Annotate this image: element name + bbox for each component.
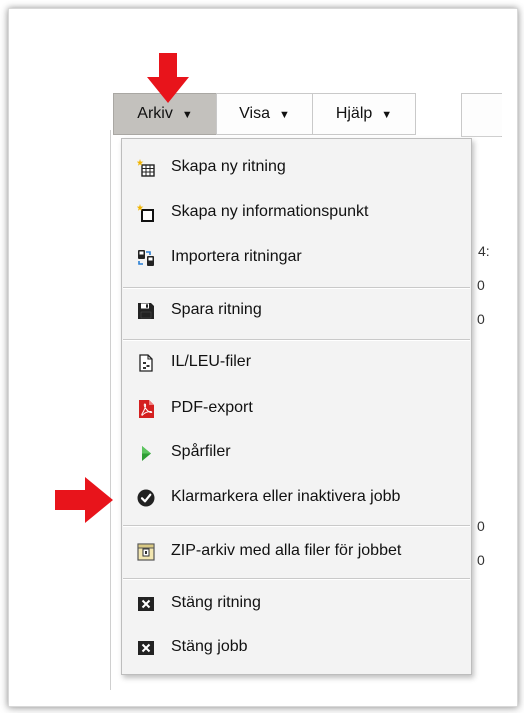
menu-item-label: IL/LEU-filer: [171, 353, 252, 370]
chevron-down-icon: ▼: [181, 109, 193, 121]
menu-item-label: Stäng jobb: [171, 638, 248, 655]
app-window-edge: [110, 130, 111, 690]
checkmark-circle-icon: [137, 489, 155, 507]
menu-item-zip-arkiv[interactable]: ZIP-arkiv med alla filer för jobbet: [122, 532, 471, 572]
menu-item-importera-ritningar[interactable]: Importera ritningar: [122, 238, 471, 278]
menu-separator-highlight: [123, 579, 470, 580]
close-box-icon: [138, 597, 154, 611]
annotation-arrow-right-icon: [55, 477, 113, 523]
menu-separator-highlight: [123, 526, 470, 527]
menu-visa[interactable]: Visa ▼: [216, 93, 312, 135]
menu-arkiv-label: Arkiv: [137, 105, 173, 122]
chevron-down-icon: ▼: [278, 109, 290, 121]
close-box-icon: [138, 641, 154, 655]
menu-item-skapa-ny-ritning[interactable]: Skapa ny ritning: [122, 148, 471, 188]
chevron-down-icon: ▼: [381, 109, 393, 121]
menu-hjalp-label: Hjälp: [335, 105, 373, 122]
menu-item-label: Stäng ritning: [171, 594, 261, 611]
menu-item-pdf-export[interactable]: PDF-export: [122, 389, 471, 429]
menu-separator-highlight: [123, 340, 470, 341]
menu-item-il-leu-filer[interactable]: IL/LEU-filer: [122, 343, 471, 383]
pdf-icon: [139, 400, 154, 418]
menu-item-label: Skapa ny ritning: [171, 158, 286, 175]
menu-item-label: ZIP-arkiv med alla filer för jobbet: [171, 542, 402, 559]
arkiv-dropdown-menu: Skapa ny ritning Skapa ny informationspu…: [121, 138, 472, 675]
document-icon: [139, 354, 153, 372]
menu-item-sparfiler[interactable]: Spårfiler: [122, 433, 471, 473]
menu-item-label: PDF-export: [171, 399, 253, 416]
new-drawing-icon: [137, 159, 155, 177]
play-triangle-icon: [142, 446, 151, 461]
toolbar-field-stub[interactable]: [461, 93, 502, 137]
background-text-fragment: 0: [477, 277, 485, 293]
zip-archive-icon: [137, 543, 155, 561]
menu-item-skapa-ny-informationspunkt[interactable]: Skapa ny informationspunkt: [122, 193, 471, 233]
background-text-fragment: 0: [477, 311, 485, 327]
save-icon: [138, 303, 154, 319]
background-text-fragment: 0: [477, 518, 485, 534]
new-info-point-icon: [137, 204, 154, 222]
menu-item-label: Spara ritning: [171, 301, 262, 318]
annotation-arrow-down-icon: [147, 53, 189, 103]
menu-separator-highlight: [123, 288, 470, 289]
menu-item-klarmarkera-eller-inaktivera-jobb[interactable]: Klarmarkera eller inaktivera jobb: [122, 478, 471, 518]
menu-item-label: Skapa ny informationspunkt: [171, 203, 369, 220]
import-drawings-icon: [138, 250, 154, 266]
menu-item-label: Importera ritningar: [171, 248, 302, 265]
menu-hjalp[interactable]: Hjälp ▼: [312, 93, 416, 135]
menu-item-label: Klarmarkera eller inaktivera jobb: [171, 488, 401, 505]
menu-item-spara-ritning[interactable]: Spara ritning: [122, 291, 471, 331]
menu-item-label: Spårfiler: [171, 443, 231, 460]
background-text-fragment: 4:: [478, 243, 490, 259]
menu-item-stang-jobb[interactable]: Stäng jobb: [122, 628, 471, 668]
toolbar-divider: [461, 136, 501, 137]
background-text-fragment: 0: [477, 552, 485, 568]
menu-item-stang-ritning[interactable]: Stäng ritning: [122, 584, 471, 624]
menu-visa-label: Visa: [239, 105, 270, 122]
